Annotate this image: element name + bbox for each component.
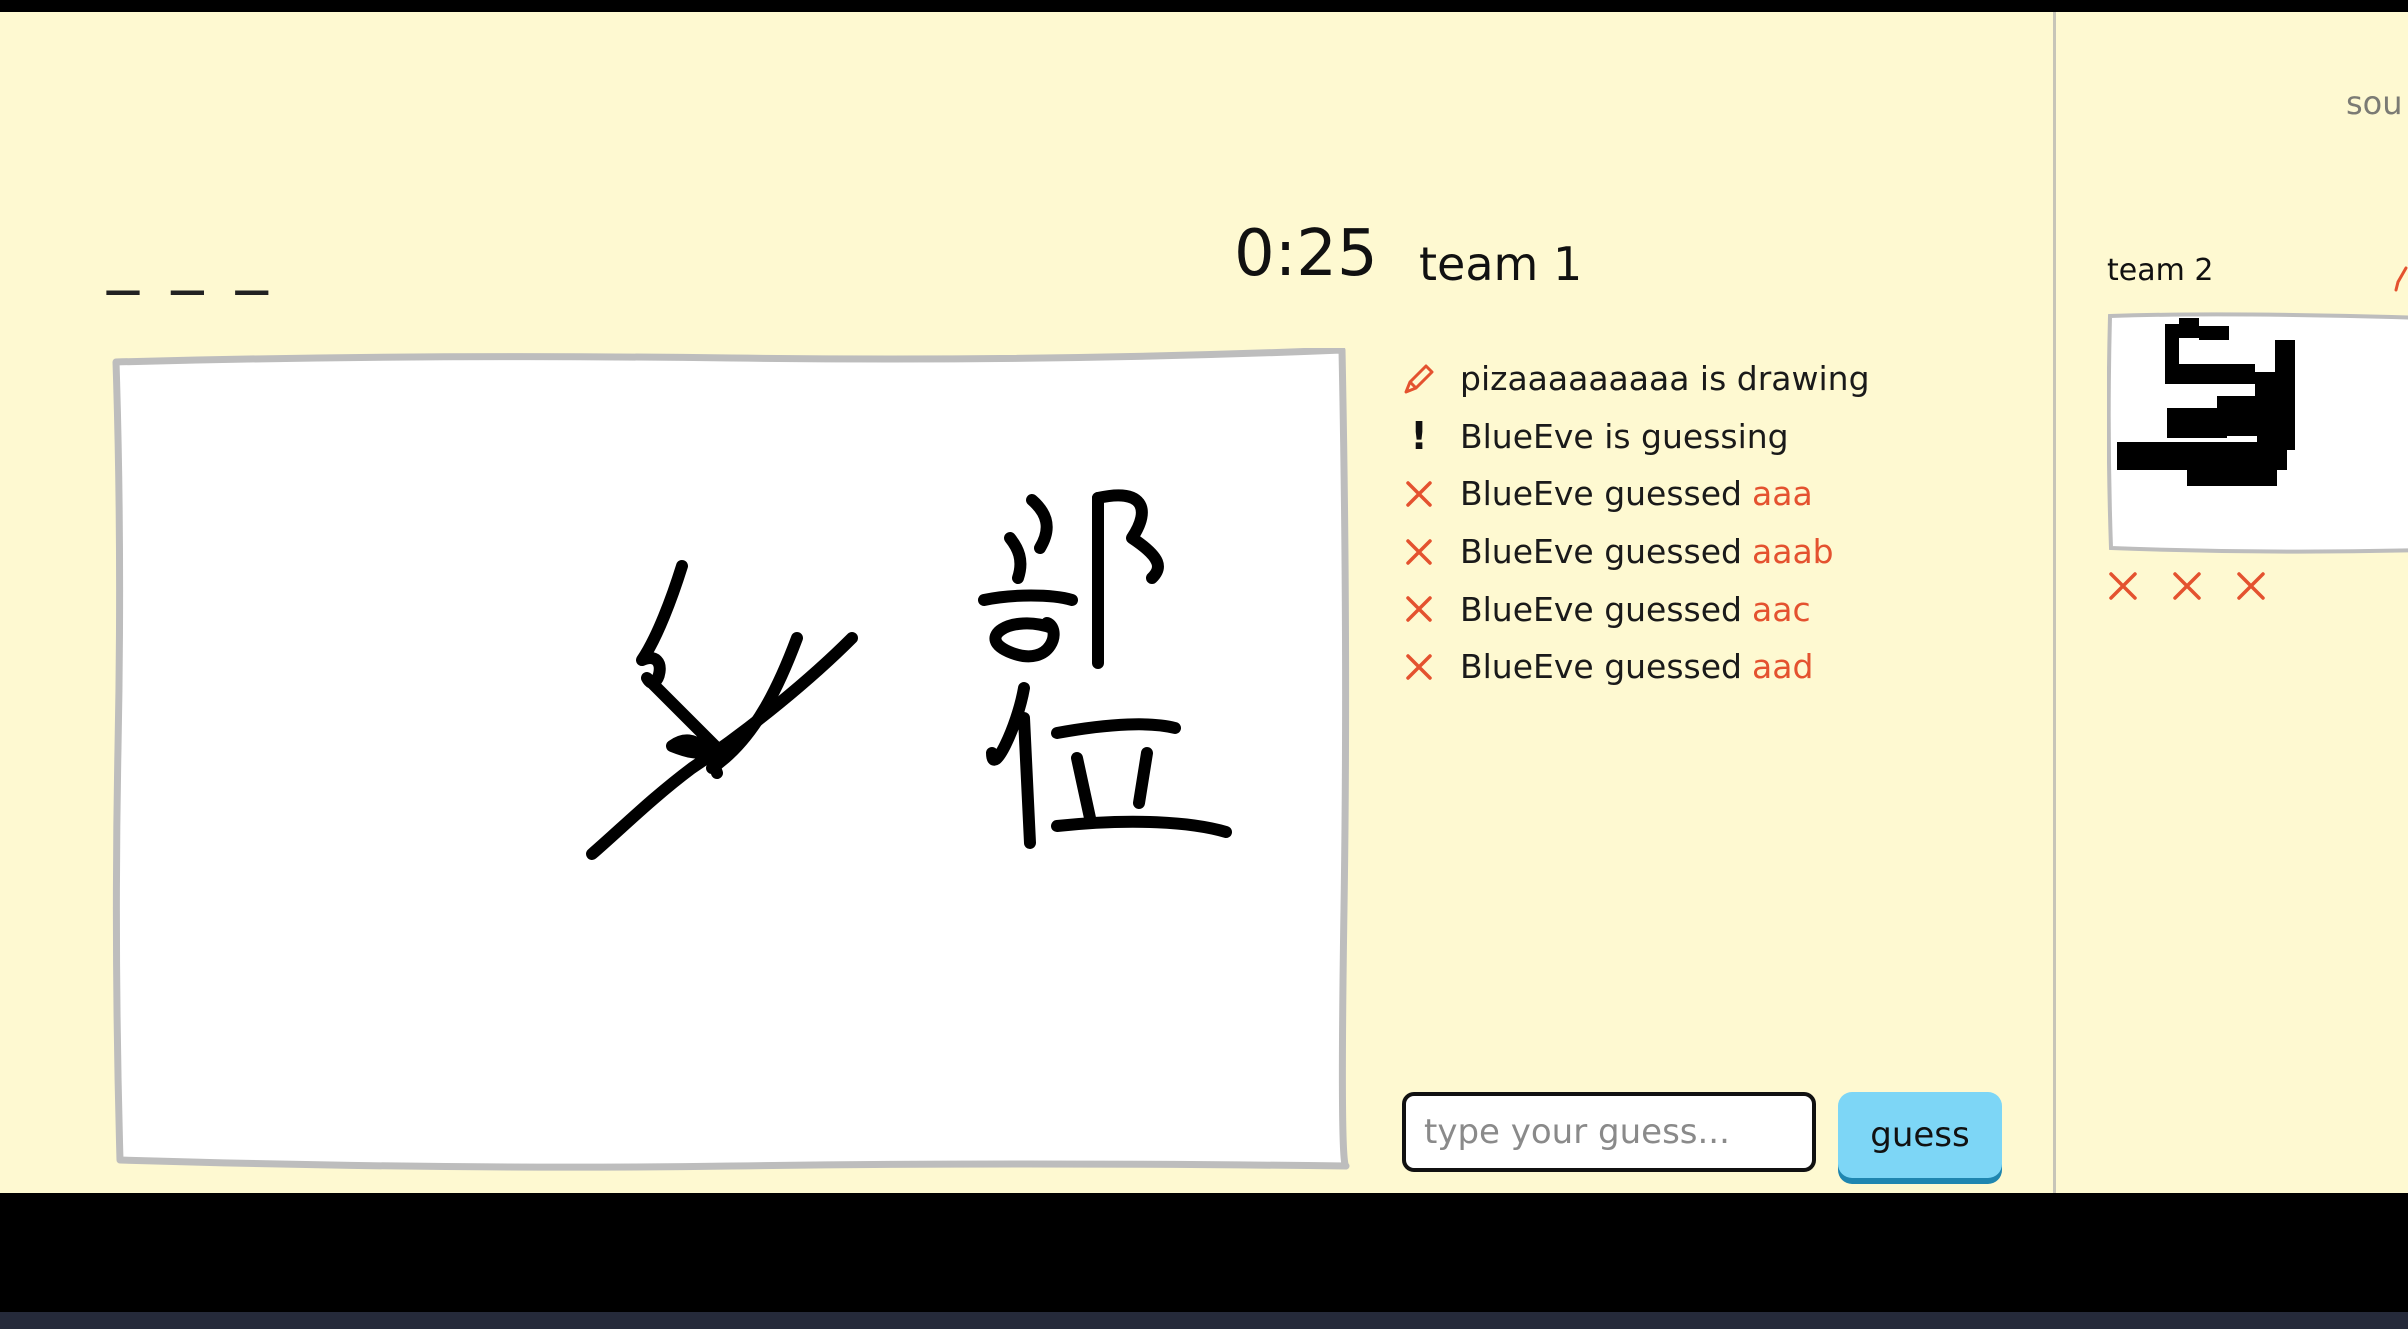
team2-strikes [2106,569,2268,603]
exclamation-icon: ! [1410,414,1428,459]
panel-divider [2053,12,2056,1193]
guessed-word: aaab [1752,532,1834,572]
pencil-icon [1402,362,1436,396]
x-icon [2173,572,2201,600]
x-icon [1402,477,1436,511]
feed-item: ! BlueEve is guessing [1402,408,2042,466]
guess-button[interactable]: guess [1838,1092,2002,1178]
guessed-word: aaa [1752,474,1813,514]
x-icon [2237,572,2265,600]
feed-item: pizaaaaaaaaa is drawing [1402,350,2042,408]
feed-text: BlueEve guessed [1460,647,1742,687]
x-icon [1402,535,1436,569]
game-area: sou _ _ _ 0:25 team 1 pizaaaaaaaaa is dr… [0,12,2408,1193]
feed-text: BlueEve is guessing [1460,416,1789,456]
feed-text: pizaaaaaaaaa is drawing [1460,359,1870,399]
activity-feed: pizaaaaaaaaa is drawing ! BlueEve is gue… [1402,350,2042,696]
guessed-word: aad [1752,647,1814,687]
sound-toggle[interactable]: sou [2346,84,2403,122]
feed-text: BlueEve guessed [1460,474,1742,514]
team-title: team 1 [1419,237,1583,291]
x-icon [2109,572,2137,600]
drawing-canvas[interactable] [112,348,1350,1171]
pencil-icon [2394,266,2408,292]
feed-item: BlueEve guessed aaab [1402,523,2042,581]
word-blanks: _ _ _ [107,222,274,296]
x-icon [1402,592,1436,626]
guess-input[interactable] [1402,1092,1816,1172]
team2-canvas-thumbnail [2107,312,2408,554]
x-icon [1402,650,1436,684]
feed-text: BlueEve guessed [1460,589,1742,629]
taskbar [0,1312,2408,1329]
round-timer: 0:25 [1234,217,1378,291]
feed-item: BlueEve guessed aaa [1402,465,2042,523]
team2-label: team 2 [2107,253,2214,288]
feed-item: BlueEve guessed aad [1402,638,2042,696]
feed-item: BlueEve guessed aac [1402,580,2042,638]
guessed-word: aac [1752,589,1811,629]
feed-text: BlueEve guessed [1460,532,1742,572]
